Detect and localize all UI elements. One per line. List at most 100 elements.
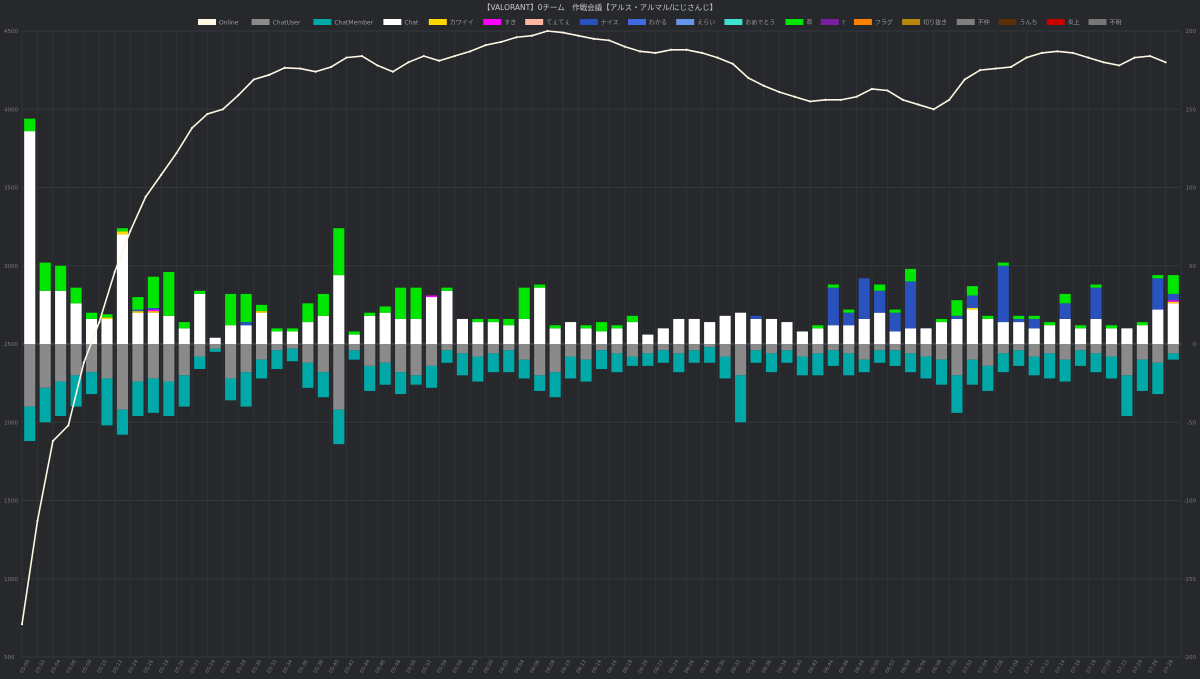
line-point <box>855 95 858 98</box>
bar-chat <box>1074 328 1087 344</box>
line-point <box>731 62 734 65</box>
bar-chat <box>1136 325 1148 344</box>
bar-草 <box>286 328 298 332</box>
bar-草 <box>889 309 901 313</box>
bar-chat <box>271 331 283 344</box>
bar-ナイス <box>843 312 855 326</box>
bar-chatuser <box>101 344 113 379</box>
x-tick-label: 06:46 <box>838 659 850 674</box>
bar-chatmember <box>827 350 839 366</box>
line-point <box>175 151 178 155</box>
bar-chatmember <box>487 353 499 373</box>
x-tick-label: 06:58 <box>931 659 943 674</box>
bar-chatmember <box>395 372 407 395</box>
bar-chatuser <box>364 344 376 366</box>
bar-chatuser <box>302 344 314 363</box>
x-tick-label: 06:00 <box>483 659 495 674</box>
bar-chatuser <box>317 344 329 373</box>
bar-chat <box>286 331 298 344</box>
bar-chatuser <box>132 344 144 382</box>
bar-chatmember <box>1105 356 1118 379</box>
legend-label: おめでとう <box>745 20 775 27</box>
line-point <box>268 73 271 76</box>
legend-swatch <box>579 19 598 25</box>
bar-chatmember <box>302 362 314 388</box>
line-point <box>824 98 827 101</box>
bar-chat <box>673 318 685 344</box>
bar-chat <box>611 328 623 344</box>
legend-label: うんち <box>1020 20 1038 27</box>
x-tick-label: 05:42 <box>344 659 356 674</box>
bar-草 <box>1059 293 1071 304</box>
bar-chat <box>240 325 252 344</box>
legend-swatch <box>198 19 216 25</box>
line-point <box>283 66 286 69</box>
bar-chatmember <box>101 378 113 426</box>
bar-chatuser <box>518 344 530 360</box>
x-tick-label: 06:48 <box>854 659 866 674</box>
y-tick-label-right: -150 <box>1184 577 1197 583</box>
bar-chat <box>132 312 144 344</box>
bar-chat <box>194 293 206 344</box>
y-tick-label-left: 3000 <box>4 264 18 270</box>
bar-草 <box>1074 325 1087 329</box>
bar-chatmember <box>1044 353 1056 379</box>
line-point <box>360 54 364 58</box>
bar-chatmember <box>750 350 762 363</box>
combo-chart: 【VALORANT】0チーム 作戦会議【アルス・アルマル/にじさんじ】 Onli… <box>4 2 1197 674</box>
bar-カワイイ <box>132 311 144 313</box>
bar-chatmember <box>626 356 638 366</box>
bar-chatmember <box>982 365 994 391</box>
legend-swatch <box>483 19 502 25</box>
x-tick-label: 06:42 <box>807 659 819 674</box>
bar-chatmember <box>472 356 484 382</box>
y-tick-label-right: 200 <box>1186 29 1197 35</box>
bar-chatuser <box>1059 344 1071 360</box>
x-tick-label: 07:26 <box>1147 659 1159 674</box>
bar-chat <box>889 331 901 344</box>
bar-chat <box>920 328 932 344</box>
bar-chat <box>302 322 314 344</box>
bar-chatmember <box>163 381 175 416</box>
line-point <box>314 70 317 73</box>
bar-草 <box>116 228 129 232</box>
x-tick-label: 05:24 <box>204 659 216 674</box>
x-tick-label: 05:22 <box>189 659 201 674</box>
bar-chatmember <box>935 359 948 385</box>
x-tick-label: 06:22 <box>653 659 665 674</box>
bar-chatmember <box>1074 350 1087 366</box>
bar-chatuser <box>673 344 685 354</box>
x-tick-label: 05:54 <box>436 659 448 674</box>
bar-chatmember <box>1013 350 1025 366</box>
line-point <box>917 103 920 106</box>
bar-chat <box>735 312 747 344</box>
x-tick-label: 06:24 <box>668 659 680 674</box>
line-point <box>932 108 935 111</box>
legend-label: 切り抜き <box>923 19 947 27</box>
bar-chatmember <box>317 372 329 398</box>
bar-chat <box>503 325 515 344</box>
legend-swatch <box>251 19 270 25</box>
bar-chat <box>935 322 948 344</box>
bar-chatuser <box>333 344 345 410</box>
x-tick-label: 06:02 <box>498 659 510 674</box>
bar-chatmember <box>951 375 963 413</box>
line-point <box>979 69 982 72</box>
bar-chat <box>163 315 175 344</box>
line-point <box>716 56 719 59</box>
bar-chat <box>1105 328 1118 344</box>
line-point <box>345 56 348 59</box>
line-point <box>870 87 874 91</box>
bar-chatuser <box>379 344 391 363</box>
bar-chatuser <box>194 344 206 357</box>
line-point <box>561 31 564 34</box>
bar-chatuser <box>951 344 963 376</box>
bar-chatuser <box>534 344 546 376</box>
x-tick-label: 05:04 <box>50 659 62 674</box>
bar-chat <box>1090 318 1102 344</box>
y-tick-label-left: 3500 <box>4 186 18 192</box>
bar-chat <box>425 297 438 344</box>
bar-chatuser <box>1136 344 1148 360</box>
x-tick-label: 06:12 <box>575 659 587 674</box>
line-point <box>1071 51 1074 55</box>
